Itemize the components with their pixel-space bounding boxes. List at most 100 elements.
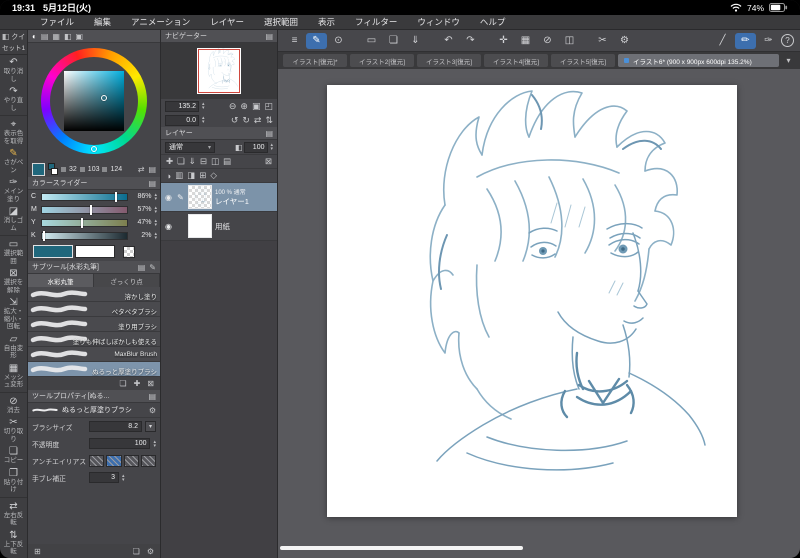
subtool-nuri-nobashi[interactable]: 塗りも伸ばしぼかしも使える [28,332,160,347]
quick-access-tab[interactable]: ◧ クイ [0,30,27,43]
ruler-icon[interactable]: ▤ [223,156,231,167]
antialias-strong-button[interactable] [140,454,156,467]
marquee-icon[interactable]: ▭ [361,33,382,49]
black-slider[interactable]: K 2% ▴ ▾ [28,229,160,242]
canvas-viewport[interactable] [278,69,800,558]
edit-subtool-icon[interactable]: ✎ [149,263,156,272]
menu-item[interactable]: 編集 [84,16,121,28]
draft-layer-icon[interactable]: ◇ [210,170,217,181]
menu-item[interactable]: ファイル [30,16,84,28]
swap-colors-icon[interactable]: ⇄ [138,165,145,174]
tool-paste[interactable]: ❐ 貼り付け [0,466,27,495]
merge-down-icon[interactable]: ⊟ [200,156,207,167]
panel-menu-icon[interactable]: ▤ [148,179,156,188]
antialias-weak-button[interactable] [106,454,122,467]
tool-eraser[interactable]: ◪ 消しゴム [0,204,27,233]
brush-size-input[interactable]: 8.2 [89,421,142,432]
menu-item[interactable]: レイヤー [200,16,254,28]
opacity-stepper[interactable]: ▴ ▾ [153,439,156,448]
layer-row-paper[interactable]: ◉ 用紙 [161,212,277,241]
transparent-color-swatch[interactable] [123,245,135,258]
menu-item[interactable]: ヘルプ [470,16,516,28]
grid-icon[interactable]: ▦ [515,33,536,49]
document-tab[interactable]: イラスト3[復元] [417,54,481,67]
hue-marker[interactable] [91,146,97,152]
drawing-canvas[interactable] [327,85,737,517]
help-icon[interactable]: ? [781,34,794,47]
detail-settings-icon[interactable]: ⚙ [147,547,154,556]
layer-visibility-icon[interactable]: ◉ [164,193,173,202]
default-colors-swatch[interactable] [48,163,58,175]
duplicate-icon[interactable]: ❏ [133,547,140,556]
document-tab[interactable]: イラスト4[復元] [484,54,548,67]
subtool-group-rough[interactable]: ざっくり点 [94,274,160,287]
rotate-left-icon[interactable]: ↺ [231,115,239,126]
line-tool-icon[interactable]: ╱ [712,33,733,49]
lock-layer-icon[interactable]: ▥ [175,170,183,181]
special-ruler-icon[interactable]: ⊘ [537,33,558,49]
subtool-nurutto[interactable]: ぬるっと厚塗りブラシ [28,362,160,377]
antialias-none-button[interactable] [89,454,105,467]
color-wheel[interactable] [28,43,160,161]
tool-mesh-transform[interactable]: ▦ メッシュ変形 [0,361,27,390]
cyan-slider[interactable]: C 86% ▴ ▾ [28,190,160,203]
brush-settings-icon[interactable]: ⚙ [149,406,156,415]
rotation-stepper[interactable]: ▴ ▾ [202,116,205,125]
tool-flip-horizontal[interactable]: ⇄ 左右反転 [0,496,27,528]
zoom-value[interactable]: 135.2 [165,100,199,112]
tab-list-chevron-icon[interactable]: ▾ [782,56,795,65]
intermediate-color-tab-icon[interactable]: ◧ [64,32,72,41]
document-tab[interactable]: イラスト6* (900 x 900px 600dpi 135.2%) [618,54,779,67]
tool-clear[interactable]: ⊘ 消去 [0,391,27,416]
subtool-maxblur[interactable]: MaxBlur Brush [28,347,160,362]
tool-undo[interactable]: ↶ 取り消し [0,55,27,84]
document-tab[interactable]: イラスト5[復元] [551,54,615,67]
new-folder-icon[interactable]: ❏ [177,156,185,167]
color-wheel-tab-icon[interactable]: ◐ [32,32,37,41]
tool-scale-rotate[interactable]: ⇲ 拡大・縮小・回転 [0,295,27,332]
tool-deselect[interactable]: ⊠ 選択を解除 [0,266,27,295]
zoom-in-icon[interactable]: ⊕ [240,101,248,112]
tool-redo[interactable]: ↷ やり直し [0,84,27,113]
tool-flip-vertical[interactable]: ⇅ 上下反転 [0,528,27,557]
zoom-stepper[interactable]: ▴ ▾ [202,102,205,111]
tool-pen[interactable]: ✎ さがペン [0,146,27,175]
save-icon[interactable]: ⇓ [405,33,426,49]
paper-thumbnail[interactable] [188,214,212,238]
menu-item[interactable]: 選択範囲 [254,16,308,28]
tool-set-selector[interactable]: セット1 [0,43,27,55]
subtool-tokashi[interactable]: 溶かし塗り [28,287,160,302]
color-set-tab-icon[interactable]: ▦ [52,32,60,41]
menu-item[interactable]: ウィンドウ [407,16,470,28]
color-slider-tab-icon[interactable]: ▤ [41,32,49,41]
pen-tool-icon[interactable]: ✎ [306,32,327,49]
secondary-color-swatch[interactable] [75,245,115,258]
panel-menu-icon[interactable]: ▤ [265,129,273,138]
lock-transparent-icon[interactable]: ◨ [187,170,195,181]
delete-layer-icon[interactable]: ⊠ [265,156,272,167]
layer-visibility-icon[interactable]: ◉ [164,222,173,231]
panel-menu-icon[interactable]: ▤ [265,32,273,41]
document-tab[interactable]: イラスト[復元]* [283,54,347,67]
tool-copy[interactable]: ❏ コピー [0,444,27,466]
rotate-right-icon[interactable]: ↻ [242,115,250,126]
subtool-petapeta[interactable]: ペタペタブラシ [28,302,160,317]
panel-menu-icon[interactable]: ▤ [138,263,146,272]
menu-item[interactable]: 表示 [308,16,345,28]
clip-to-layer-icon[interactable]: ◑ [166,171,171,181]
tool-main-paint[interactable]: ✑ メイン塗り [0,175,27,204]
open-file-icon[interactable]: ❏ [383,33,404,49]
tool-pick-display-color[interactable]: ⌖ 表示色を取得 [0,115,27,146]
add-subtool-icon[interactable]: ✚ [134,379,141,388]
antialias-middle-button[interactable] [123,454,139,467]
zoom-out-icon[interactable]: ⊖ [229,101,237,112]
stabilization-input[interactable]: 3 [89,472,119,483]
sv-marker[interactable] [101,95,107,101]
saturation-value-box[interactable] [64,71,124,131]
duplicate-subtool-icon[interactable]: ❏ [119,379,126,388]
flip-horizontal-icon[interactable]: ⇄ [254,115,262,126]
pencil-tool-icon[interactable]: ✏ [735,32,756,49]
subtool-group-watercolor[interactable]: 水彩丸筆 [28,274,94,287]
subtool-nuriyou[interactable]: 塗り用ブラシ [28,317,160,332]
document-tab[interactable]: イラスト2[復元] [350,54,414,67]
